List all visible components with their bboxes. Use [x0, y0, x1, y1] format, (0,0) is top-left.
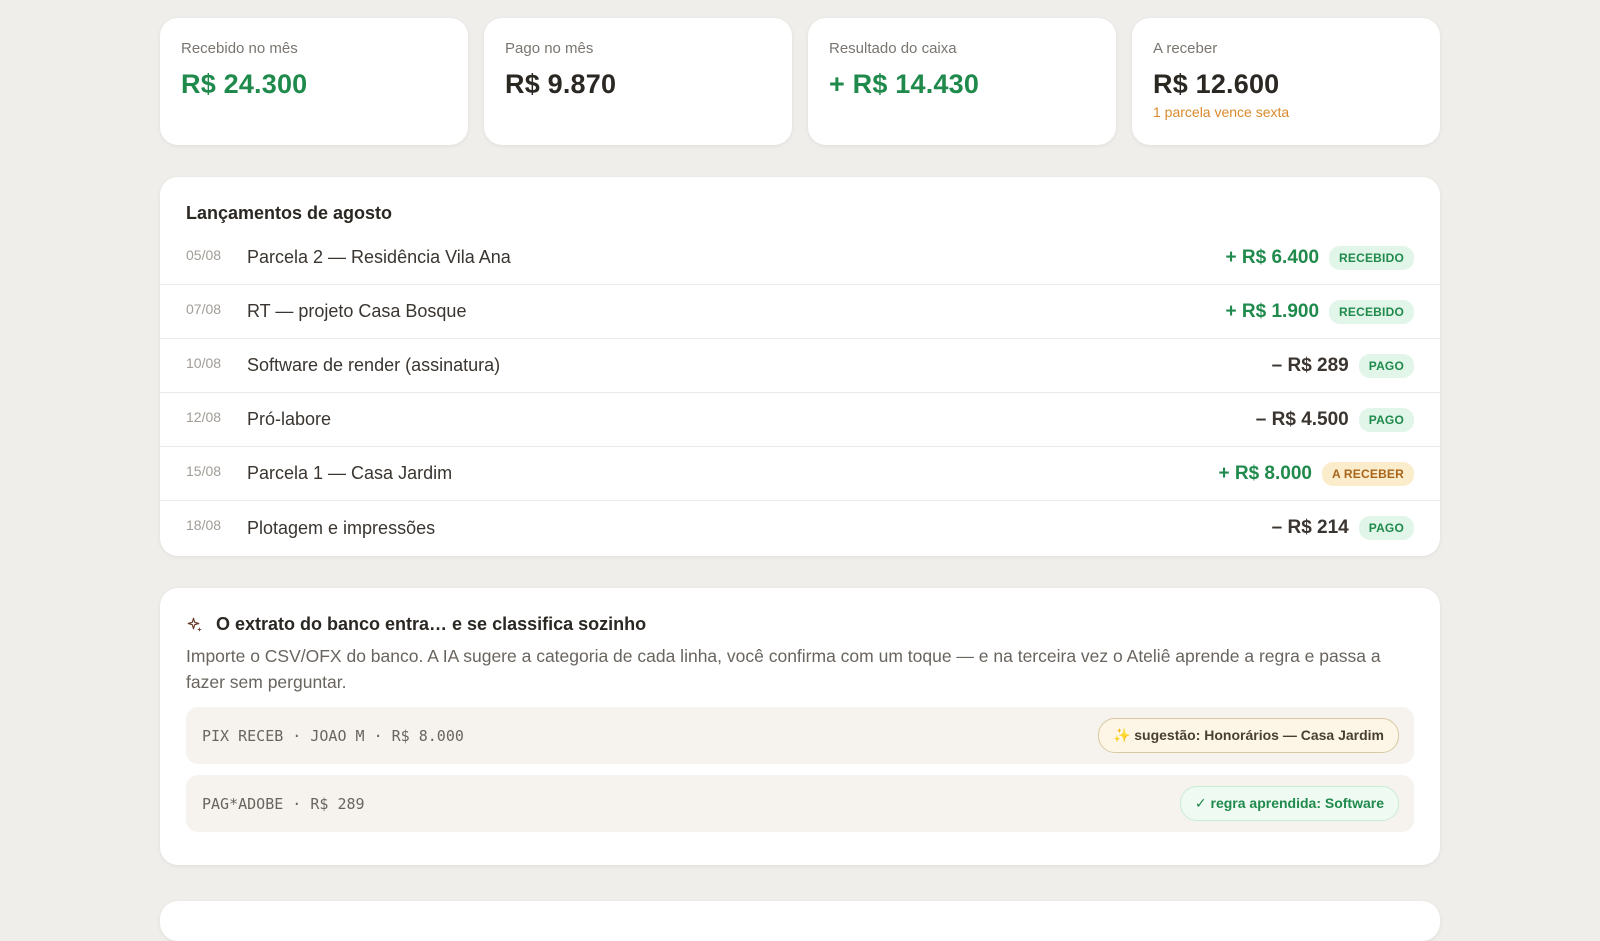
bank-line-text: PAG*ADOBE · R$ 289	[202, 794, 365, 813]
entries-card: Lançamentos de agosto 05/08 Parcela 2 — …	[160, 177, 1440, 556]
category-suggestion-chip[interactable]: ✨ sugestão: Honorários — Casa Jardim	[1097, 718, 1399, 753]
next-card-partial	[160, 901, 1440, 941]
stat-value: + R$ 14.430	[829, 69, 980, 99]
entry-amount: – R$ 289	[1271, 354, 1349, 376]
bank-line-text: PIX RECEB · JOAO M · R$ 8.000	[202, 726, 464, 745]
entry-row[interactable]: 05/08 Parcela 2 — Residência Vila Ana + …	[160, 231, 1440, 285]
sparkle-icon	[187, 617, 202, 632]
entry-date: 12/08	[186, 408, 222, 425]
entry-row[interactable]: 18/08 Plotagem e impressões – R$ 214 PAG…	[160, 501, 1440, 555]
entry-date: 15/08	[186, 462, 222, 479]
stat-card-received: Recebido no mês R$ 24.300	[160, 18, 468, 145]
entry-row[interactable]: 15/08 Parcela 1 — Casa Jardim + R$ 8.000…	[160, 447, 1440, 501]
status-badge: PAGO	[1358, 516, 1414, 540]
entry-description: Parcela 1 — Casa Jardim	[247, 463, 453, 483]
entry-date: 18/08	[186, 517, 222, 533]
status-badge: A RECEBER	[1321, 461, 1414, 486]
entry-amount: – R$ 4.500	[1255, 408, 1349, 430]
entry-description: Plotagem e impressões	[247, 517, 436, 538]
entry-amount: + R$ 1.900	[1225, 300, 1320, 322]
bank-statement-line[interactable]: PAG*ADOBE · R$ 289 ✓ regra aprendida: So…	[186, 775, 1414, 832]
stat-label: Resultado do caixa	[829, 40, 957, 57]
stat-note: 1 parcela vence sexta	[1153, 104, 1290, 120]
finance-dashboard: Recebido no mês R$ 24.300 Pago no mês R$…	[160, 18, 1440, 865]
status-badge: RECEBIDO	[1329, 245, 1414, 270]
entry-row[interactable]: 07/08 RT — projeto Casa Bosque + R$ 1.90…	[160, 285, 1440, 339]
entry-description: Software de render (assinatura)	[247, 355, 501, 375]
entry-amount: – R$ 214	[1271, 517, 1349, 538]
entry-description: Pró-labore	[247, 409, 332, 429]
status-badge: PAGO	[1358, 407, 1414, 432]
entry-row[interactable]: 12/08 Pró-labore – R$ 4.500 PAGO	[160, 393, 1440, 447]
status-badge: PAGO	[1358, 353, 1414, 378]
entry-description: RT — projeto Casa Bosque	[247, 301, 467, 321]
stat-value: R$ 9.870	[505, 69, 617, 99]
stat-label: Pago no mês	[505, 40, 594, 57]
entry-date: 05/08	[186, 246, 222, 263]
stats-row: Recebido no mês R$ 24.300 Pago no mês R$…	[160, 18, 1440, 145]
entry-date: 10/08	[186, 354, 222, 371]
entry-date: 07/08	[186, 300, 222, 317]
stat-card-receivable: A receber R$ 12.600 1 parcela vence sext…	[1132, 18, 1440, 145]
entry-amount: + R$ 6.400	[1225, 246, 1320, 268]
entries-title: Lançamentos de agosto	[186, 203, 393, 223]
stat-label: Recebido no mês	[181, 40, 298, 57]
bank-import-card: O extrato do banco entra… e se classific…	[160, 588, 1440, 865]
stat-label: A receber	[1153, 40, 1218, 57]
import-header: O extrato do banco entra… e se classific…	[186, 614, 1414, 635]
stat-value: R$ 12.600	[1153, 69, 1280, 99]
learned-rule-chip[interactable]: ✓ regra aprendida: Software	[1179, 786, 1399, 821]
entry-row[interactable]: 10/08 Software de render (assinatura) – …	[160, 339, 1440, 393]
stat-card-cash-result: Resultado do caixa + R$ 14.430	[808, 18, 1116, 145]
bank-statement-line[interactable]: PIX RECEB · JOAO M · R$ 8.000 ✨ sugestão…	[186, 707, 1414, 764]
import-description: Importe o CSV/OFX do banco. A IA sugere …	[186, 646, 1381, 692]
status-badge: RECEBIDO	[1329, 299, 1414, 324]
stat-card-paid: Pago no mês R$ 9.870	[484, 18, 792, 145]
entry-amount: + R$ 8.000	[1218, 462, 1312, 484]
entry-description: Parcela 2 — Residência Vila Ana	[247, 247, 511, 267]
stat-value: R$ 24.300	[181, 69, 308, 99]
import-title: O extrato do banco entra… e se classific…	[216, 614, 647, 634]
